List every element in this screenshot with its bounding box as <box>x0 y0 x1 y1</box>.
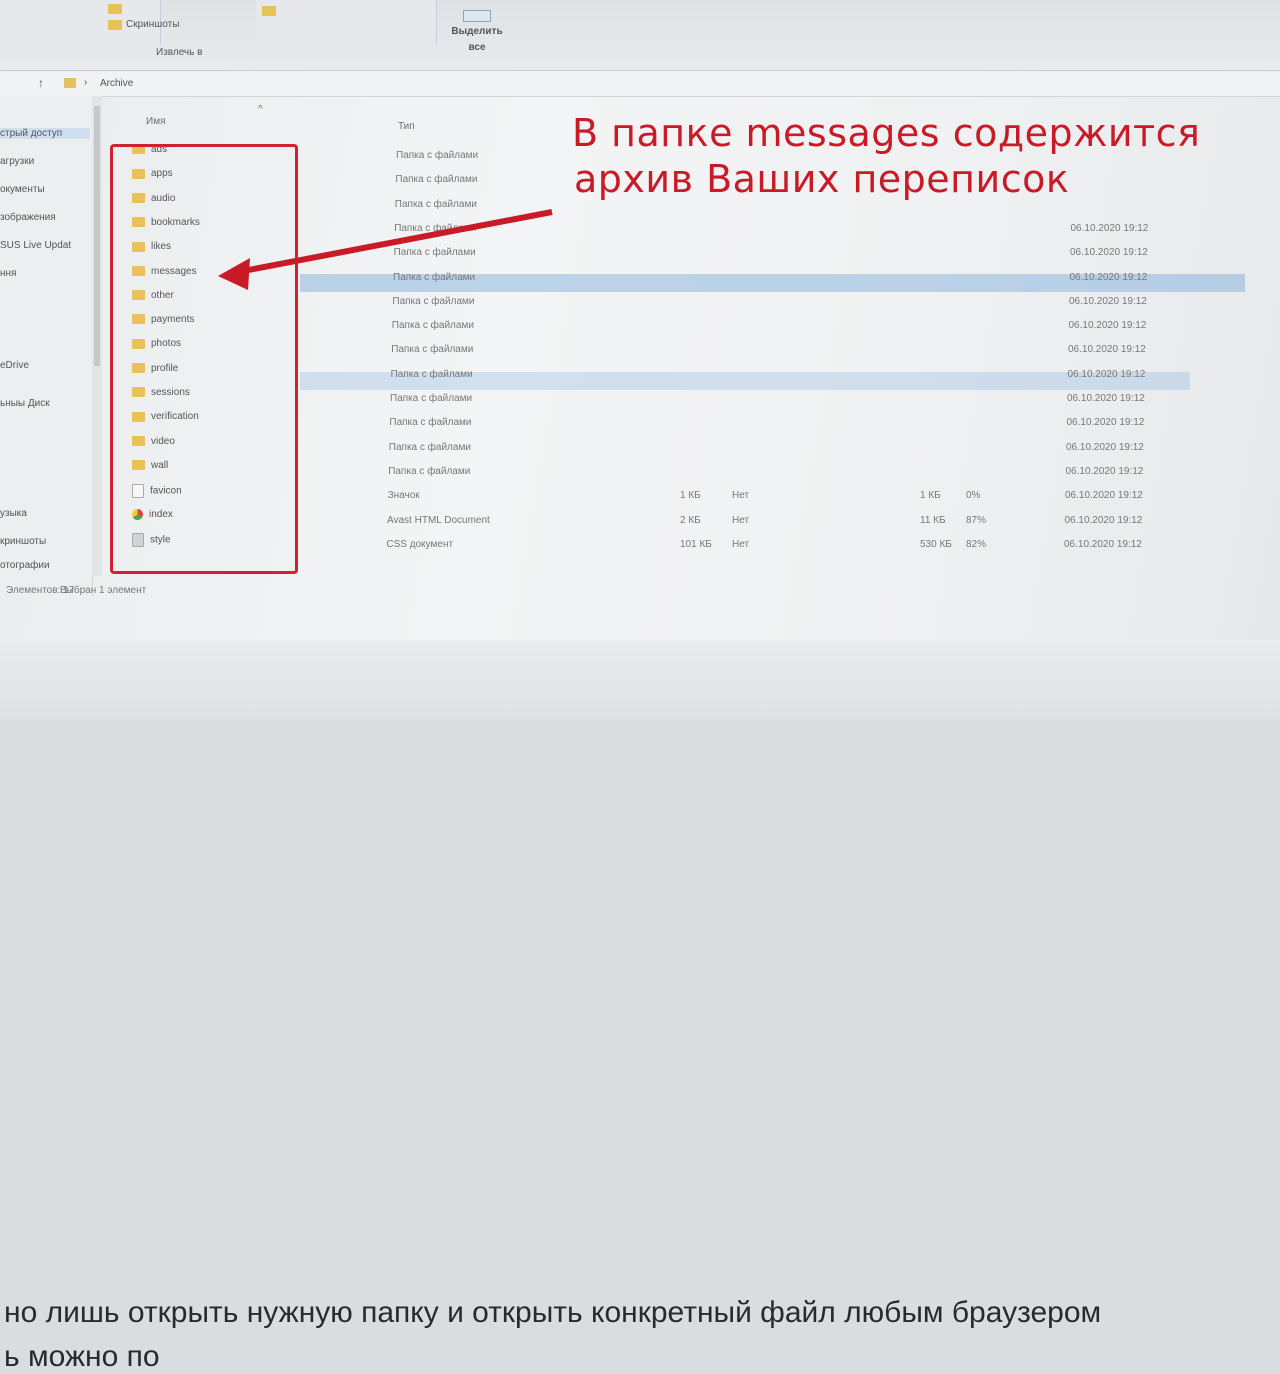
nav-item-onedrive[interactable]: eDrive <box>0 360 29 371</box>
file-type: CSS документ <box>386 538 454 550</box>
file-date: 06.10.2020 19:12 <box>1066 441 1144 453</box>
file-type: Папка с файлами <box>390 368 473 380</box>
file-type: Папка с файлами <box>392 295 475 307</box>
file-type: Папка с файлами <box>393 271 476 283</box>
column-header-name[interactable]: Имя <box>146 116 165 127</box>
file-date: 06.10.2020 19:12 <box>1067 368 1146 380</box>
nav-item-documents[interactable]: окументы <box>0 184 45 195</box>
file-date: 06.10.2020 19:12 <box>1068 320 1147 332</box>
folder-icon <box>262 6 276 16</box>
scrollbar-thumb[interactable] <box>94 106 100 366</box>
article-paragraph-line-2: ь можно по <box>4 1340 160 1373</box>
annotation-line-2: архив Ваших переписок <box>574 157 1070 201</box>
file-date: 06.10.2020 19:12 <box>1069 295 1147 307</box>
file-type: Значок <box>387 490 420 502</box>
select-all-icon <box>463 10 491 22</box>
sort-arrow-icon: ^ <box>258 104 263 115</box>
file-date: 06.10.2020 19:12 <box>1065 490 1143 502</box>
file-date: 06.10.2020 19:12 <box>1070 222 1149 234</box>
status-bar: Элементов: 17 Выбран 1 элемент <box>0 580 1280 600</box>
file-size: 2 КБ <box>680 514 701 526</box>
breadcrumb[interactable]: Archive <box>100 78 133 89</box>
folder-icon <box>108 20 122 30</box>
nav-item-downloads[interactable]: агрузки <box>0 156 34 167</box>
annotation-line-1: В папке messages содержится <box>572 111 1201 155</box>
nav-item-screenshots[interactable]: криншоты <box>0 536 46 547</box>
file-date: 06.10.2020 19:12 <box>1064 538 1142 550</box>
file-date: 06.10.2020 19:12 <box>1067 393 1145 404</box>
nav-item-music[interactable]: узыка <box>0 508 27 519</box>
explorer-window: Скриншоты Извлечь в Выделить все ↑ › Arc… <box>0 0 1280 640</box>
select-all-button[interactable]: Выделить все <box>442 10 512 56</box>
file-packed: Нет <box>732 514 750 526</box>
file-type: Папка с файлами <box>394 198 477 210</box>
nav-item-asus-live-update[interactable]: SUS Live Updat <box>0 240 71 251</box>
file-date: 06.10.2020 19:12 <box>1069 271 1148 283</box>
column-header-type[interactable]: Тип <box>398 121 415 132</box>
file-type: Папка с файлами <box>391 320 474 332</box>
file-type: Avast HTML Document <box>387 514 490 526</box>
file-type: Папка с файлами <box>395 174 478 186</box>
status-selected: Выбран 1 элемент <box>60 585 147 596</box>
nav-item-local-disk[interactable]: ьныы Диск <box>0 398 50 409</box>
file-packed: Нет <box>732 538 750 550</box>
chevron-right-icon: › <box>84 77 88 88</box>
article-text-area: но лишь открыть нужную папку и открыть к… <box>0 640 1280 1373</box>
file-type: Папка с файлами <box>389 417 472 429</box>
nav-item-quick-access[interactable]: стрый доступ <box>0 128 90 139</box>
file-type: Папка с файлами <box>391 344 474 356</box>
file-date: 06.10.2020 19:12 <box>1065 465 1144 477</box>
file-type: Папка с файлами <box>388 441 471 453</box>
file-type: Папка с файлами <box>388 465 471 477</box>
nav-item-photos[interactable]: отографии <box>0 560 50 571</box>
file-csize: 11 КБ <box>920 514 946 526</box>
file-size: 101 КБ <box>680 538 712 550</box>
article-paragraph-line-1: но лишь открыть нужную папку и открыть к… <box>4 1296 1102 1329</box>
file-csize: 1 КБ <box>920 490 941 502</box>
nav-item-misc[interactable]: ння <box>0 268 16 279</box>
ribbon: Скриншоты Извлечь в Выделить все <box>0 0 1280 71</box>
file-date: 06.10.2020 19:12 <box>1068 344 1146 356</box>
select-all-label: Выделить все <box>451 26 503 53</box>
ribbon-item-screenshots[interactable]: Скриншоты <box>126 19 179 30</box>
address-bar[interactable]: ↑ › Archive <box>0 72 1280 97</box>
file-ratio: 0% <box>966 490 981 502</box>
file-ratio: 82% <box>966 538 987 550</box>
up-arrow-icon[interactable]: ↑ <box>38 76 44 90</box>
folder-icon <box>64 78 76 88</box>
folder-icon <box>108 4 122 14</box>
nav-item-images[interactable]: зображения <box>0 212 56 223</box>
file-type: Папка с файлами <box>393 247 476 259</box>
navigation-pane: стрый доступ агрузки окументы зображения… <box>0 96 93 596</box>
ribbon-extract-to[interactable]: Извлечь в <box>156 47 202 58</box>
file-type: Папка с файлами <box>396 150 479 161</box>
file-size: 1 КБ <box>680 490 701 502</box>
file-type: Папка с файлами <box>390 393 473 404</box>
file-date: 06.10.2020 19:12 <box>1070 247 1148 259</box>
file-ratio: 87% <box>966 514 987 526</box>
file-csize: 530 КБ <box>920 538 952 550</box>
file-packed: Нет <box>732 490 750 502</box>
ribbon-group-mid <box>256 0 437 44</box>
annotation-text: В папке messages содержится архив Ваших … <box>572 110 1272 202</box>
nav-scrollbar[interactable] <box>92 96 102 576</box>
file-date: 06.10.2020 19:12 <box>1064 514 1143 526</box>
file-date: 06.10.2020 19:12 <box>1066 417 1145 429</box>
file-type: Папка с файлами <box>394 222 477 234</box>
highlight-box <box>110 144 298 574</box>
